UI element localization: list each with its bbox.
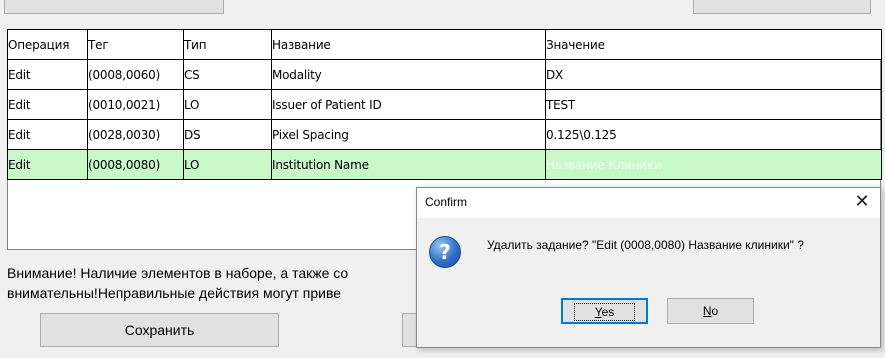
table-row[interactable]: Edit (0028,0030) DS Pixel Spacing 0.125\… [7,119,882,150]
yes-mnemonic: Y [594,305,602,319]
top-left-button[interactable] [4,0,224,14]
cell-name[interactable]: Modality [271,59,546,90]
cell-tag[interactable]: (0008,0060) [87,59,184,90]
warning-line-1: Внимание! Наличие элементов в наборе, а … [7,265,349,281]
no-label-rest: o [711,304,719,318]
cell-tag[interactable]: (0010,0021) [87,89,184,120]
column-header-operation[interactable]: Операция [7,29,88,60]
close-icon[interactable]: ✕ [850,190,874,214]
warning-text: Внимание! Наличие элементов в наборе, а … [7,263,427,303]
table-row-selected[interactable]: Edit (0008,0080) LO Institution Name Наз… [7,149,882,180]
cell-type[interactable]: LO [183,89,272,120]
cell-type[interactable]: CS [183,59,272,90]
cell-operation[interactable]: Edit [7,119,88,150]
column-header-name[interactable]: Название [271,29,546,60]
table-header-row: Операция Тег Тип Название Значение [7,29,882,60]
cell-value-editing[interactable]: Название Клиники [545,149,882,180]
no-button[interactable]: No [667,298,754,324]
cell-name[interactable]: Pixel Spacing [271,119,546,150]
cell-value[interactable]: DX [545,59,882,90]
tag-table: Операция Тег Тип Название Значение Edit … [7,29,882,180]
cell-name[interactable]: Issuer of Patient ID [271,89,546,120]
dialog-message: Удалить задание? "Edit (0008,0080) Назва… [487,238,804,252]
column-header-type[interactable]: Тип [183,29,272,60]
confirm-dialog: Confirm ✕ ? Удалить задание? "Edit (0008… [416,187,881,348]
cell-operation[interactable]: Edit [7,149,88,180]
cell-value[interactable]: TEST [545,89,882,120]
yes-button[interactable]: Yes [561,298,648,324]
question-icon: ? [429,236,461,268]
cell-tag[interactable]: (0028,0030) [87,119,184,150]
table-row[interactable]: Edit (0008,0060) CS Modality DX [7,59,882,90]
cell-type[interactable]: DS [183,119,272,150]
cell-tag[interactable]: (0008,0080) [87,149,184,180]
dialog-titlebar[interactable]: Confirm ✕ [417,188,880,218]
cell-operation[interactable]: Edit [7,59,88,90]
cell-name[interactable]: Institution Name [271,149,546,180]
top-right-button[interactable] [693,0,871,14]
cell-type[interactable]: LO [183,149,272,180]
cell-operation[interactable]: Edit [7,89,88,120]
dialog-title: Confirm [425,195,468,209]
save-button[interactable]: Сохранить [40,313,279,347]
cell-value[interactable]: 0.125\0.125 [545,119,882,150]
column-header-value[interactable]: Значение [545,29,882,60]
column-header-tag[interactable]: Тег [87,29,184,60]
warning-line-2: внимательны!Неправильные действия могут … [7,285,342,301]
yes-label-rest: es [601,305,615,319]
table-row[interactable]: Edit (0010,0021) LO Issuer of Patient ID… [7,89,882,120]
yes-button-label: Yes [573,303,636,321]
